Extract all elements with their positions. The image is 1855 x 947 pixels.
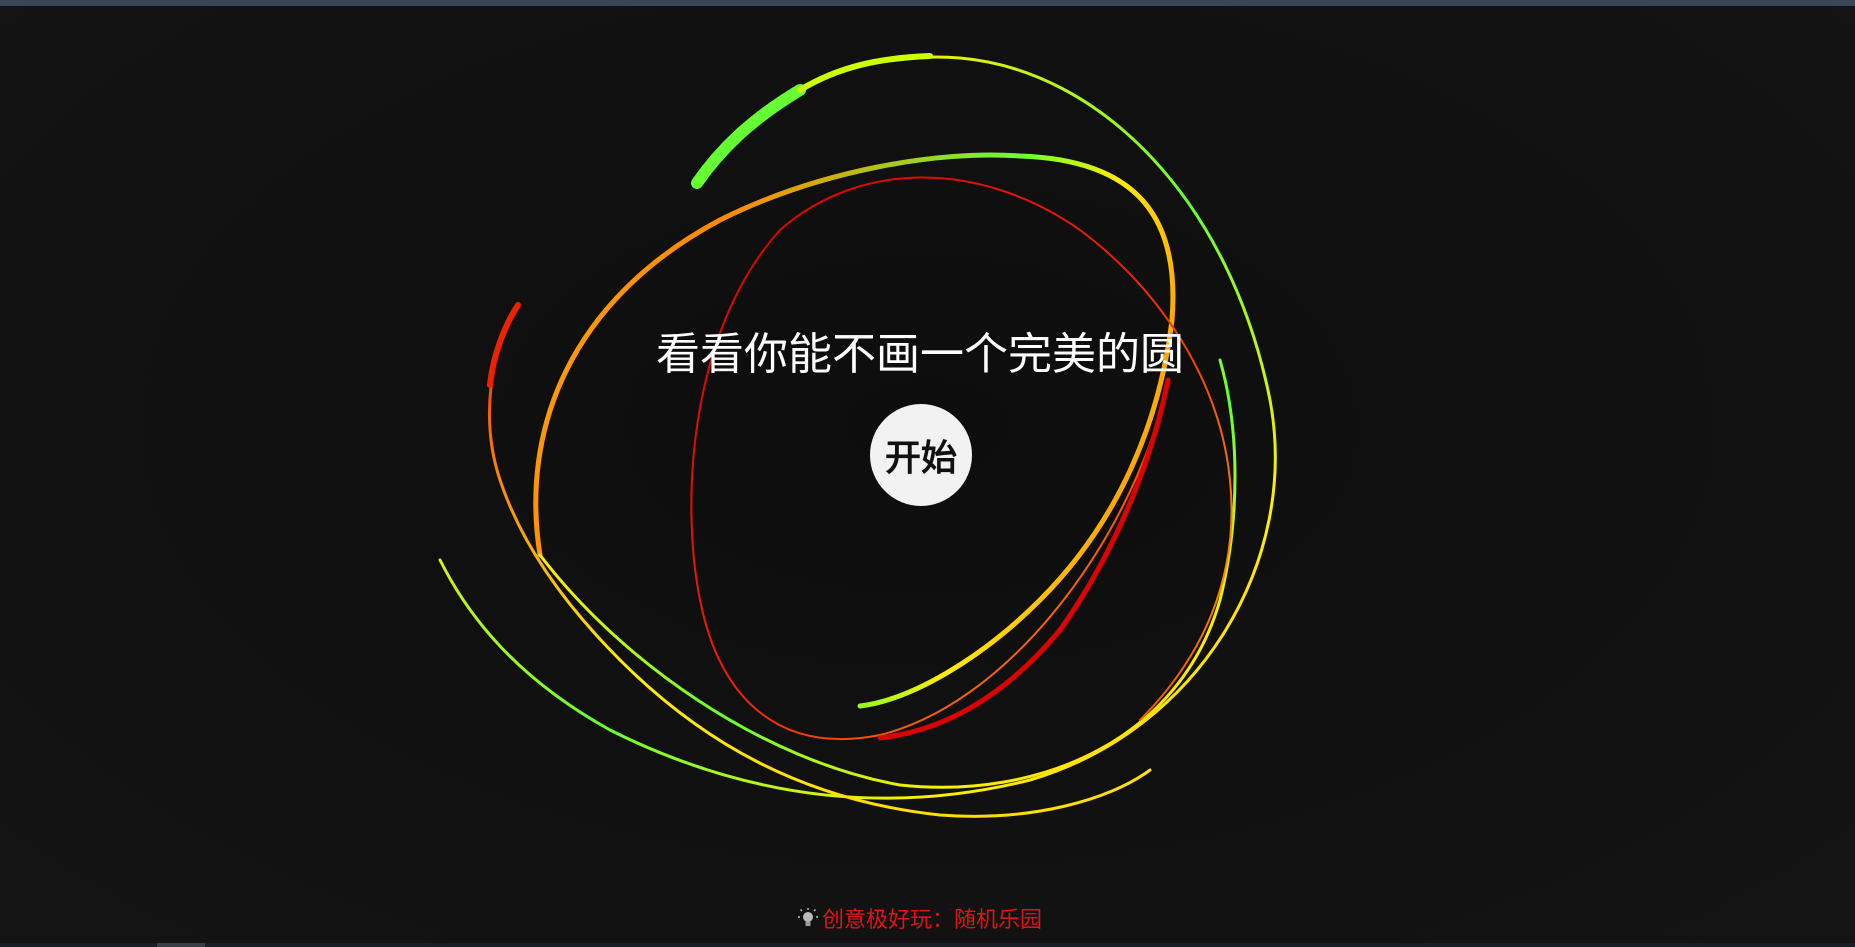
bottom-bar-tab[interactable] [157, 943, 205, 947]
lightbulb-icon [797, 908, 818, 936]
stroke-second [533, 152, 1176, 709]
footer-text[interactable]: 创意极好玩：随机乐园 [822, 908, 1042, 933]
stroke-outer-head [691, 84, 806, 189]
bottom-bar [0, 943, 1855, 947]
footer-credit[interactable]: 创意极好玩：随机乐园 [0, 902, 1840, 936]
stroke-outer-head2 [797, 53, 933, 93]
page-title: 看看你能不画一个完美的圆 [656, 329, 1184, 380]
game-canvas[interactable]: 看看你能不画一个完美的圆 开始 创意极好玩：随机乐园 [0, 0, 1855, 947]
start-button[interactable]: 开始 [870, 404, 972, 506]
